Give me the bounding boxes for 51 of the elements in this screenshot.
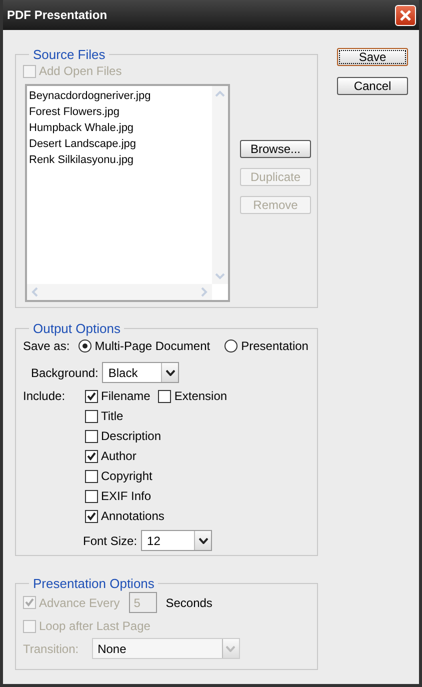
radio-button[interactable]	[224, 339, 238, 353]
file-item[interactable]: Renk Silkilasyonu.jpg	[29, 152, 134, 168]
checkbox[interactable]	[158, 390, 172, 402]
font-size-select[interactable]: 12	[141, 530, 212, 551]
field-label: Include:	[23, 389, 66, 403]
checkbox-label: Title	[101, 409, 124, 423]
checkbox[interactable]	[85, 410, 98, 422]
checkbox-label: Copyright	[101, 469, 152, 483]
checkbox[interactable]	[85, 510, 98, 522]
group-title: Source Files	[32, 47, 106, 62]
checkbox-label: Add Open Files	[39, 64, 122, 78]
radio-label: Presentation	[241, 339, 308, 353]
file-item[interactable]: Forest Flowers.jpg	[29, 104, 120, 120]
cancel-button[interactable]: Cancel	[337, 77, 408, 95]
checkbox-label: Loop after Last Page	[39, 619, 150, 633]
checkbox-label: Description	[101, 429, 162, 443]
group-title: Output Options	[32, 321, 122, 336]
caret-icon	[166, 370, 175, 376]
field-label: Transition:	[23, 642, 79, 656]
caret-icon	[198, 538, 208, 544]
radio-button[interactable]	[78, 339, 92, 353]
checkbox[interactable]	[85, 490, 98, 502]
file-list[interactable]: Beynacdordogneriver.jpg Forest Flowers.jpg Humpback Whale.jpg Desert Landscape.jpg Renk Silkilasyonu.jpg	[25, 84, 230, 302]
field-label: Save as:	[23, 339, 70, 353]
vertical-scrollbar[interactable]	[212, 86, 228, 284]
save-button[interactable]: Save	[337, 48, 408, 66]
checkbox-label: Extension	[174, 389, 228, 403]
window-title: PDF Presentation	[7, 8, 108, 22]
checkbox[interactable]	[85, 450, 98, 462]
close-button[interactable]	[395, 4, 416, 26]
checkbox[interactable]	[85, 470, 98, 482]
checkbox[interactable]	[85, 390, 98, 402]
browse-button[interactable]: Browse...	[240, 140, 311, 158]
checkbox-label: Author	[101, 449, 136, 463]
file-item[interactable]: Desert Landscape.jpg	[29, 136, 136, 152]
checkbox-label: Annotations	[101, 509, 164, 523]
file-item[interactable]: Humpback Whale.jpg	[29, 120, 134, 136]
checkbox-label: EXIF Info	[101, 489, 152, 503]
close-icon	[400, 10, 411, 20]
unit-label: Seconds	[166, 596, 212, 610]
caret-icon	[226, 646, 236, 652]
horizontal-scrollbar[interactable]	[27, 284, 212, 300]
checkbox-label: Advance Every	[39, 596, 120, 610]
checkbox[interactable]	[85, 430, 98, 442]
background-select[interactable]: Black	[102, 362, 180, 383]
field-label: Background:	[31, 366, 98, 380]
file-item[interactable]: Beynacdordogneriver.jpg	[29, 88, 151, 104]
radio-label: Multi-Page Document	[94, 339, 210, 353]
checkbox-label: Filename	[101, 389, 150, 403]
field-label: Font Size:	[83, 534, 138, 548]
group-title: Presentation Options	[32, 576, 156, 591]
